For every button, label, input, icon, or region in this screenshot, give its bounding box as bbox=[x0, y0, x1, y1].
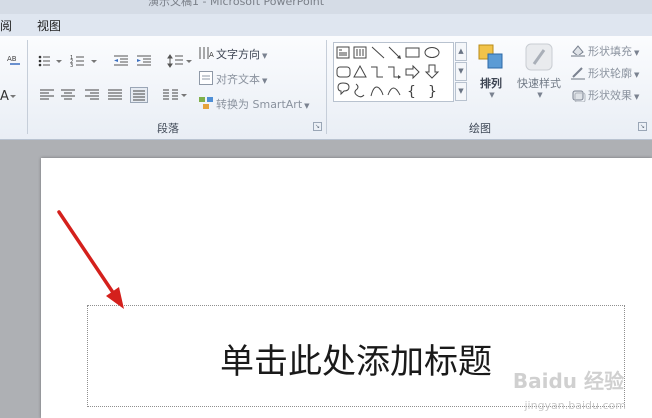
quick-styles-button[interactable]: 快速样式 ▼ bbox=[513, 42, 565, 116]
line-spacing-icon[interactable] bbox=[167, 53, 193, 69]
convert-smartart-button[interactable]: 转换为 SmartArt ▼ bbox=[216, 96, 310, 112]
dropdown-arrow-icon: ▼ bbox=[304, 102, 310, 110]
text-direction-label: 文字方向 bbox=[216, 48, 260, 61]
align-center-icon[interactable] bbox=[60, 88, 76, 102]
distributed-icon[interactable] bbox=[130, 87, 148, 103]
oval-shape-icon bbox=[424, 47, 440, 58]
elbow-arrow-connector-shape-icon bbox=[388, 66, 401, 79]
left-brace-shape-icon: { bbox=[407, 84, 416, 100]
dropdown-arrow-icon: ▼ bbox=[634, 49, 640, 57]
window-title: 演示文稿1 - Microsoft PowerPoint bbox=[148, 0, 325, 8]
curve-shape-icon bbox=[370, 86, 384, 97]
rounded-rectangle-shape-icon bbox=[336, 66, 351, 78]
shape-effects-button[interactable]: 形状效果 ▼ bbox=[588, 87, 639, 103]
font-color-icon[interactable]: A bbox=[0, 88, 16, 104]
vertical-textbox-shape-icon bbox=[353, 46, 367, 59]
svg-text:{: { bbox=[407, 84, 416, 100]
increase-indent-icon[interactable] bbox=[136, 54, 152, 68]
right-arrow-shape-icon bbox=[405, 64, 420, 80]
ribbon: AB A 1 2 3 A 文字方向 ▼ 对齐文本 ▼ 转换为 SmartArt … bbox=[0, 36, 652, 140]
shapes-gallery-grid: { } bbox=[336, 46, 440, 100]
arrange-label: 排列 bbox=[480, 77, 502, 90]
align-text-label: 对齐文本 bbox=[216, 73, 260, 86]
arc-shape-icon bbox=[387, 87, 401, 96]
line-shape-icon bbox=[371, 46, 385, 59]
gallery-scroll-down-icon[interactable]: ▼ bbox=[455, 62, 467, 81]
columns-icon[interactable] bbox=[162, 88, 188, 102]
shape-fill-label: 形状填充 bbox=[588, 45, 632, 58]
smartart-icon[interactable] bbox=[198, 95, 214, 111]
group-separator bbox=[326, 40, 327, 134]
tab-view[interactable]: 视图 bbox=[37, 17, 61, 34]
align-left-icon[interactable] bbox=[39, 88, 55, 102]
watermark-url: jingyan.baidu.com bbox=[524, 399, 626, 412]
drawing-group-label: 绘图 bbox=[469, 122, 491, 135]
dropdown-arrow-icon: ▼ bbox=[489, 91, 495, 99]
tab-review[interactable]: 阅 bbox=[0, 17, 12, 34]
shape-fill-button[interactable]: 形状填充 ▼ bbox=[588, 43, 639, 59]
text-direction-button[interactable]: 文字方向 ▼ bbox=[216, 46, 267, 62]
group-separator bbox=[27, 40, 28, 134]
shape-outline-icon[interactable] bbox=[570, 66, 586, 80]
arrange-button[interactable]: 排列 ▼ bbox=[473, 42, 509, 116]
arrange-icon bbox=[478, 44, 503, 69]
dropdown-arrow-icon: ▼ bbox=[262, 77, 268, 85]
align-text-icon[interactable] bbox=[198, 70, 214, 86]
paragraph-group-label: 段落 bbox=[157, 122, 179, 135]
quick-styles-icon bbox=[525, 43, 553, 71]
down-arrow-shape-icon bbox=[424, 64, 440, 79]
numbering-icon[interactable]: 1 2 3 bbox=[70, 54, 100, 68]
watermark-logo: Baidu 经验 bbox=[512, 369, 624, 393]
change-case-icon[interactable]: AB bbox=[6, 52, 22, 68]
shape-outline-label: 形状轮廓 bbox=[588, 67, 632, 80]
shape-effects-label: 形状效果 bbox=[588, 89, 632, 102]
dropdown-arrow-icon: ▼ bbox=[634, 71, 640, 79]
elbow-connector-shape-icon bbox=[371, 66, 383, 78]
dropdown-arrow-icon: ▼ bbox=[634, 93, 640, 101]
arrow-line-shape-icon bbox=[388, 46, 401, 59]
textbox-shape-icon bbox=[336, 46, 350, 59]
decrease-indent-icon[interactable] bbox=[113, 54, 129, 68]
right-brace-shape-icon: } bbox=[428, 84, 437, 100]
align-right-icon[interactable] bbox=[84, 88, 100, 102]
svg-text:A: A bbox=[209, 51, 214, 59]
freeform-shape-icon bbox=[354, 83, 365, 98]
dropdown-arrow-icon: ▼ bbox=[537, 91, 543, 99]
powerpoint-window: 演示文稿1 - Microsoft PowerPoint 阅 视图 AB A 1… bbox=[0, 0, 652, 418]
quick-styles-label: 快速样式 bbox=[517, 77, 561, 90]
drawing-dialog-launcher-icon[interactable]: ↘ bbox=[638, 122, 647, 131]
shape-outline-button[interactable]: 形状轮廓 ▼ bbox=[588, 65, 639, 81]
title-bar: 演示文稿1 - Microsoft PowerPoint bbox=[0, 0, 652, 14]
bullets-icon[interactable] bbox=[37, 54, 65, 68]
callout-shape-icon bbox=[337, 82, 350, 96]
align-text-button[interactable]: 对齐文本 ▼ bbox=[216, 71, 267, 87]
dropdown-arrow-icon: ▼ bbox=[262, 52, 268, 60]
shapes-gallery[interactable]: { } bbox=[333, 42, 454, 102]
triangle-shape-icon bbox=[353, 64, 367, 78]
shape-fill-icon[interactable] bbox=[570, 43, 586, 57]
shape-effects-icon[interactable] bbox=[570, 88, 586, 102]
paragraph-dialog-launcher-icon[interactable]: ↘ bbox=[313, 122, 322, 131]
text-direction-icon[interactable]: A bbox=[198, 45, 214, 61]
rectangle-shape-icon bbox=[405, 47, 420, 58]
svg-text:A: A bbox=[0, 89, 9, 104]
svg-text:3: 3 bbox=[70, 63, 73, 68]
gallery-scroll-up-icon[interactable]: ▲ bbox=[455, 42, 467, 61]
convert-smartart-label: 转换为 SmartArt bbox=[216, 98, 303, 111]
ribbon-tab-bar: 阅 视图 bbox=[0, 14, 652, 36]
svg-text:AB: AB bbox=[7, 55, 17, 63]
justify-icon[interactable] bbox=[107, 88, 123, 102]
gallery-more-icon[interactable]: ▼ bbox=[455, 82, 467, 101]
svg-text:}: } bbox=[428, 84, 437, 100]
